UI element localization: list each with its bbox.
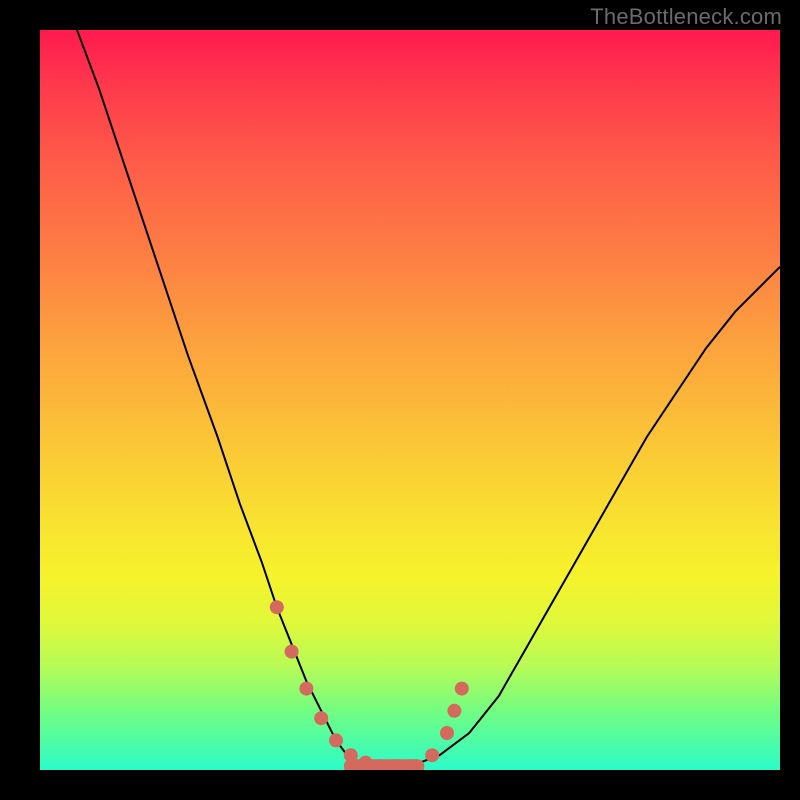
curve-marker: [299, 682, 313, 696]
curve-marker: [455, 682, 469, 696]
curve-line: [77, 30, 780, 766]
curve-marker: [270, 600, 284, 614]
watermark-text: TheBottleneck.com: [590, 4, 782, 30]
curve-marker: [285, 645, 299, 659]
curve-marker: [359, 756, 373, 770]
chart-svg: [40, 30, 780, 770]
curve-marker: [425, 748, 439, 762]
plot-area: [40, 30, 780, 770]
curve-marker: [344, 748, 358, 762]
curve-marker: [440, 726, 454, 740]
curve-marker: [447, 704, 461, 718]
marker-group: [270, 600, 469, 770]
curve-marker: [314, 711, 328, 725]
curve-marker: [329, 733, 343, 747]
